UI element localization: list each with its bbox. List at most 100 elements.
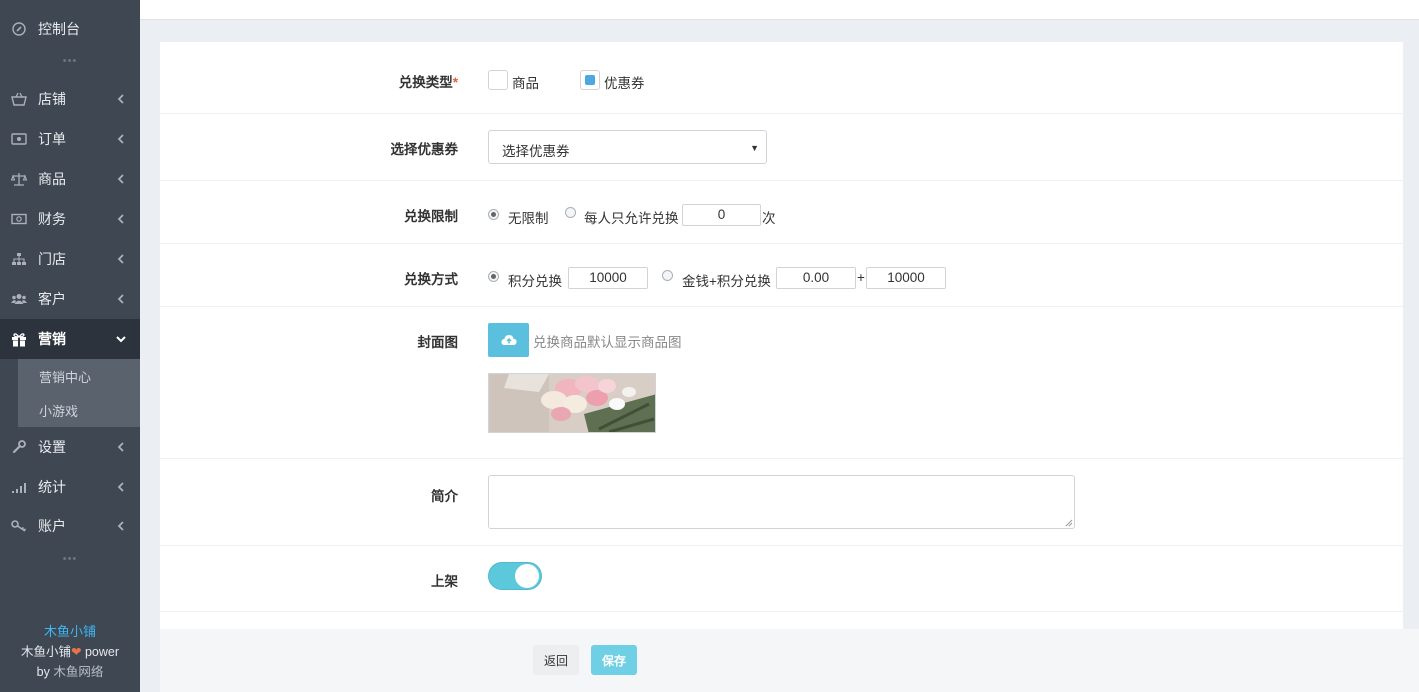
marketing-submenu: 营销中心 小游戏 [18,359,140,427]
form-panel: 兑换类型* 商品 优惠券 选择优惠券 选择优惠券 ▼ 兑换限制 无限制 每人只允… [160,42,1403,629]
save-button[interactable]: 保存 [591,645,637,675]
brand-company[interactable]: 木鱼网络 [53,665,103,679]
method-points-label[interactable]: 积分兑换 [508,270,562,290]
money-input[interactable]: 0.00 [776,267,856,289]
form-row-exchange-type: 兑换类型* 商品 优惠券 [160,42,1403,114]
sidebar-item-label: 营销 [38,331,66,347]
heart-icon: ❤ [71,645,82,659]
chevron-left-icon [117,174,124,184]
chevron-left-icon [117,482,124,492]
plus-sign: + [857,270,865,285]
sidebar-item-account[interactable]: 账户 [0,506,140,546]
sidebar-item-console[interactable]: 控制台 [0,9,140,49]
signal-icon [11,479,27,495]
exchange-type-goods-checkbox[interactable] [488,70,508,90]
exchange-type-coupon-checkbox[interactable] [580,70,600,90]
brand-power-text: power [81,645,120,659]
sidebar-item-goods[interactable]: 商品 [0,159,140,199]
order-icon [11,131,27,147]
sidebar-item-store[interactable]: 门店 [0,239,140,279]
intro-textarea[interactable] [488,475,1075,529]
sidebar-item-finance[interactable]: 财务 [0,199,140,239]
caret-down-icon: ▼ [750,143,759,153]
listed-label: 上架 [431,574,458,589]
chevron-left-icon [117,442,124,452]
form-row-coupon: 选择优惠券 [160,114,1403,181]
sidebar-item-label: 门店 [38,251,66,267]
points-input[interactable]: 10000 [568,267,648,289]
brand-by-text: by [36,665,54,679]
chevron-left-icon [117,521,124,531]
chevron-left-icon [117,134,124,144]
sidebar-item-marketing[interactable]: 营销 [0,319,140,359]
sidebar-item-customer[interactable]: 客户 [0,279,140,319]
flower-bouquet-image [489,374,655,432]
brand-by-line: by 木鱼网络 [0,662,140,682]
coupon-label: 选择优惠券 [390,142,459,157]
listed-toggle[interactable] [488,562,542,590]
scale-icon [11,171,27,187]
sidebar-subitem-mini-games[interactable]: 小游戏 [18,393,140,427]
limit-per-person-radio[interactable] [565,207,576,218]
exchange-type-label-text: 兑换类型 [398,75,453,90]
sidebar-item-stats[interactable]: 统计 [0,467,140,507]
sidebar-item-order[interactable]: 订单 [0,119,140,159]
sidebar-item-label: 财务 [38,211,66,227]
divider-dots: ••• [62,553,78,565]
wrench-icon [11,439,27,455]
method-points-radio[interactable] [488,271,499,282]
required-mark: * [452,75,458,90]
form-row-limit: 兑换限制 无限制 每人只允许兑换 0 次 [160,181,1403,244]
exchange-type-goods-label[interactable]: 商品 [512,72,539,92]
limit-count-input[interactable]: 0 [682,204,761,226]
limit-label: 兑换限制 [404,209,458,224]
brand-power-name: 木鱼小铺 [20,645,71,659]
cover-thumbnail[interactable] [488,373,656,433]
sidebar-item-label: 控制台 [38,21,80,37]
cover-hint: 兑换商品默认显示商品图 [533,335,682,350]
chevron-left-icon [117,294,124,304]
cover-label: 封面图 [417,335,459,350]
sidebar-item-settings[interactable]: 设置 [0,427,140,467]
form-row-listed: 上架 [160,546,1403,612]
sidebar-item-label: 设置 [38,439,66,455]
limit-unlimited-radio[interactable] [488,209,499,220]
sidebar-item-label: 统计 [38,479,66,495]
upload-button[interactable] [488,323,529,357]
basket-icon [11,91,27,107]
brand-power-line: 木鱼小铺❤ power [0,642,140,662]
resize-grip-icon[interactable] [1065,519,1073,527]
dashboard-icon [11,21,27,37]
chevron-down-icon [116,336,126,343]
toggle-knob [515,564,539,588]
coupon-select-value: 选择优惠券 [502,144,570,159]
exchange-type-coupon-label[interactable]: 优惠券 [604,72,645,92]
limit-unlimited-label[interactable]: 无限制 [508,207,549,227]
sidebar-item-label: 订单 [38,131,66,147]
sidebar-item-shop[interactable]: 店铺 [0,79,140,119]
sidebar: 控制台 ••• 店铺 订单 商品 财务 门店 客户 营销 营销中心 小游戏 设置… [0,0,140,692]
method-label: 兑换方式 [404,272,458,287]
coupon-select[interactable]: 选择优惠券 ▼ [488,130,767,164]
sidebar-item-label: 店铺 [38,91,66,107]
method-money-points-label[interactable]: 金钱+积分兑换 [682,270,771,290]
money-icon [11,211,27,227]
limit-per-person-label[interactable]: 每人只允许兑换 [584,207,679,227]
form-row-method: 兑换方式 积分兑换 10000 金钱+积分兑换 0.00 + 10000 [160,244,1403,307]
intro-label: 简介 [431,489,458,504]
key-icon [11,518,27,534]
sidebar-subitem-marketing-center[interactable]: 营销中心 [18,359,140,393]
method-money-points-radio[interactable] [662,270,673,281]
brand-name[interactable]: 木鱼小铺 [0,622,140,642]
chevron-left-icon [117,94,124,104]
form-footer: 返回 保存 [160,629,1419,692]
limit-unit: 次 [762,211,776,226]
gift-icon [11,331,27,347]
brand-footer: 木鱼小铺 木鱼小铺❤ power by 木鱼网络 [0,622,140,682]
cloud-upload-icon [500,335,517,345]
back-button[interactable]: 返回 [533,645,579,675]
sidebar-item-label: 账户 [38,518,66,534]
money-points-input[interactable]: 10000 [866,267,946,289]
sitemap-icon [11,251,27,267]
header-bar [140,0,1419,20]
